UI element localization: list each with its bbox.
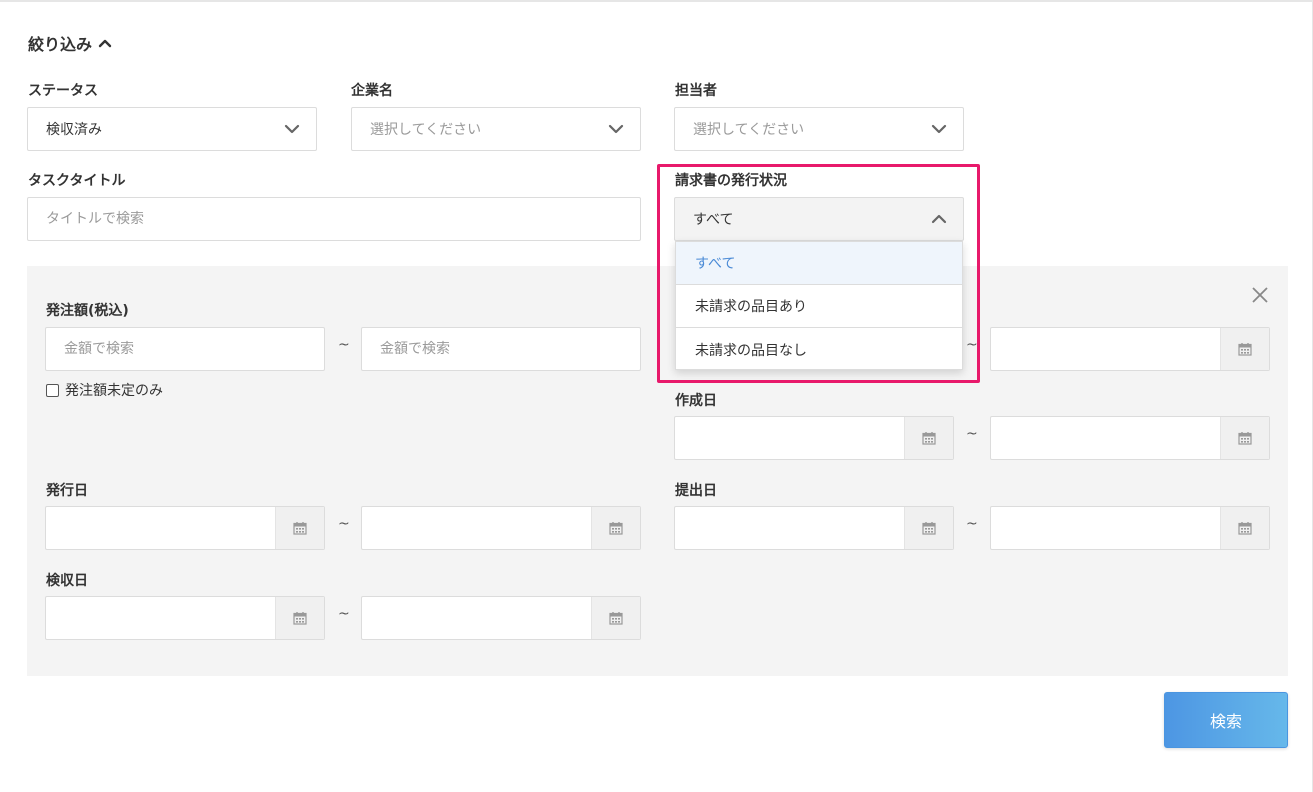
calendar-icon-button[interactable]: [275, 507, 324, 549]
chevron-up-icon: [98, 39, 112, 48]
range-separator: ~: [966, 426, 978, 442]
invoice-status-dropdown: すべて 未請求の品目あり 未請求の品目なし: [675, 241, 963, 370]
submit-date-end-input[interactable]: [990, 506, 1270, 550]
acceptance-date-label: 検収日: [46, 573, 88, 589]
company-select[interactable]: 選択してください: [351, 107, 641, 151]
range-separator: ~: [338, 337, 350, 353]
calendar-icon-button[interactable]: [591, 597, 640, 639]
invoice-status-select[interactable]: すべて: [674, 197, 964, 241]
order-amount-min-input[interactable]: [45, 327, 325, 371]
assignee-select[interactable]: 選択してください: [674, 107, 964, 151]
calendar-icon: [1238, 522, 1252, 535]
chevron-up-icon: [931, 214, 947, 224]
task-title-input[interactable]: [27, 197, 641, 241]
calendar-icon: [609, 612, 623, 625]
chevron-down-icon: [284, 124, 300, 134]
calendar-icon-button[interactable]: [275, 597, 324, 639]
assignee-label: 担当者: [675, 83, 717, 99]
search-button[interactable]: 検索: [1164, 692, 1288, 748]
company-label: 企業名: [351, 83, 393, 99]
issue-date-start-input[interactable]: [45, 506, 325, 550]
status-select[interactable]: 検収済み: [27, 107, 317, 151]
issue-date-end-input[interactable]: [361, 506, 641, 550]
dropdown-option-unbilled-exists[interactable]: 未請求の品目あり: [676, 285, 962, 328]
order-amount-undecided-checkbox[interactable]: [46, 383, 59, 397]
calendar-icon-button[interactable]: [591, 507, 640, 549]
calendar-icon: [1238, 432, 1252, 445]
issue-date-label: 発行日: [46, 483, 88, 499]
dropdown-option-all[interactable]: すべて: [676, 242, 962, 285]
chevron-down-icon: [608, 124, 624, 134]
calendar-icon: [922, 432, 936, 445]
calendar-icon: [922, 522, 936, 535]
range-separator: ~: [966, 337, 978, 353]
order-amount-label: 発注額(税込): [46, 303, 129, 319]
created-date-end-input[interactable]: [990, 416, 1270, 460]
submit-date-label: 提出日: [675, 483, 717, 499]
date-range-end-input[interactable]: [990, 327, 1270, 371]
calendar-icon: [1238, 343, 1252, 356]
calendar-icon: [293, 612, 307, 625]
close-icon[interactable]: [1250, 285, 1270, 305]
dropdown-option-unbilled-none[interactable]: 未請求の品目なし: [676, 328, 962, 371]
assignee-placeholder: 選択してください: [693, 122, 805, 138]
company-placeholder: 選択してください: [370, 122, 482, 138]
task-title-label: タスクタイトル: [28, 173, 126, 189]
filter-title: 絞り込み: [28, 35, 93, 54]
chevron-down-icon: [931, 124, 947, 134]
calendar-icon-button[interactable]: [1220, 417, 1269, 459]
order-amount-undecided-row: 発注額未定のみ: [46, 380, 163, 400]
order-amount-max-input[interactable]: [361, 327, 641, 371]
top-divider: [0, 0, 1313, 2]
invoice-status-label: 請求書の発行状況: [675, 173, 787, 189]
created-date-start-input[interactable]: [674, 416, 954, 460]
created-date-label: 作成日: [675, 393, 717, 409]
calendar-icon-button[interactable]: [1220, 507, 1269, 549]
acceptance-date-end-input[interactable]: [361, 596, 641, 640]
invoice-status-value: すべて: [693, 212, 734, 228]
range-separator: ~: [338, 516, 350, 532]
calendar-icon-button[interactable]: [904, 417, 953, 459]
order-amount-undecided-label: 発注額未定のみ: [65, 383, 163, 399]
status-value: 検収済み: [46, 122, 102, 138]
submit-date-start-input[interactable]: [674, 506, 954, 550]
range-separator: ~: [338, 606, 350, 622]
filter-toggle[interactable]: 絞り込み: [28, 31, 112, 55]
acceptance-date-start-input[interactable]: [45, 596, 325, 640]
status-label: ステータス: [28, 83, 98, 99]
calendar-icon-button[interactable]: [904, 507, 953, 549]
calendar-icon: [609, 522, 623, 535]
range-separator: ~: [966, 516, 978, 532]
calendar-icon-button[interactable]: [1220, 328, 1269, 370]
calendar-icon: [293, 522, 307, 535]
